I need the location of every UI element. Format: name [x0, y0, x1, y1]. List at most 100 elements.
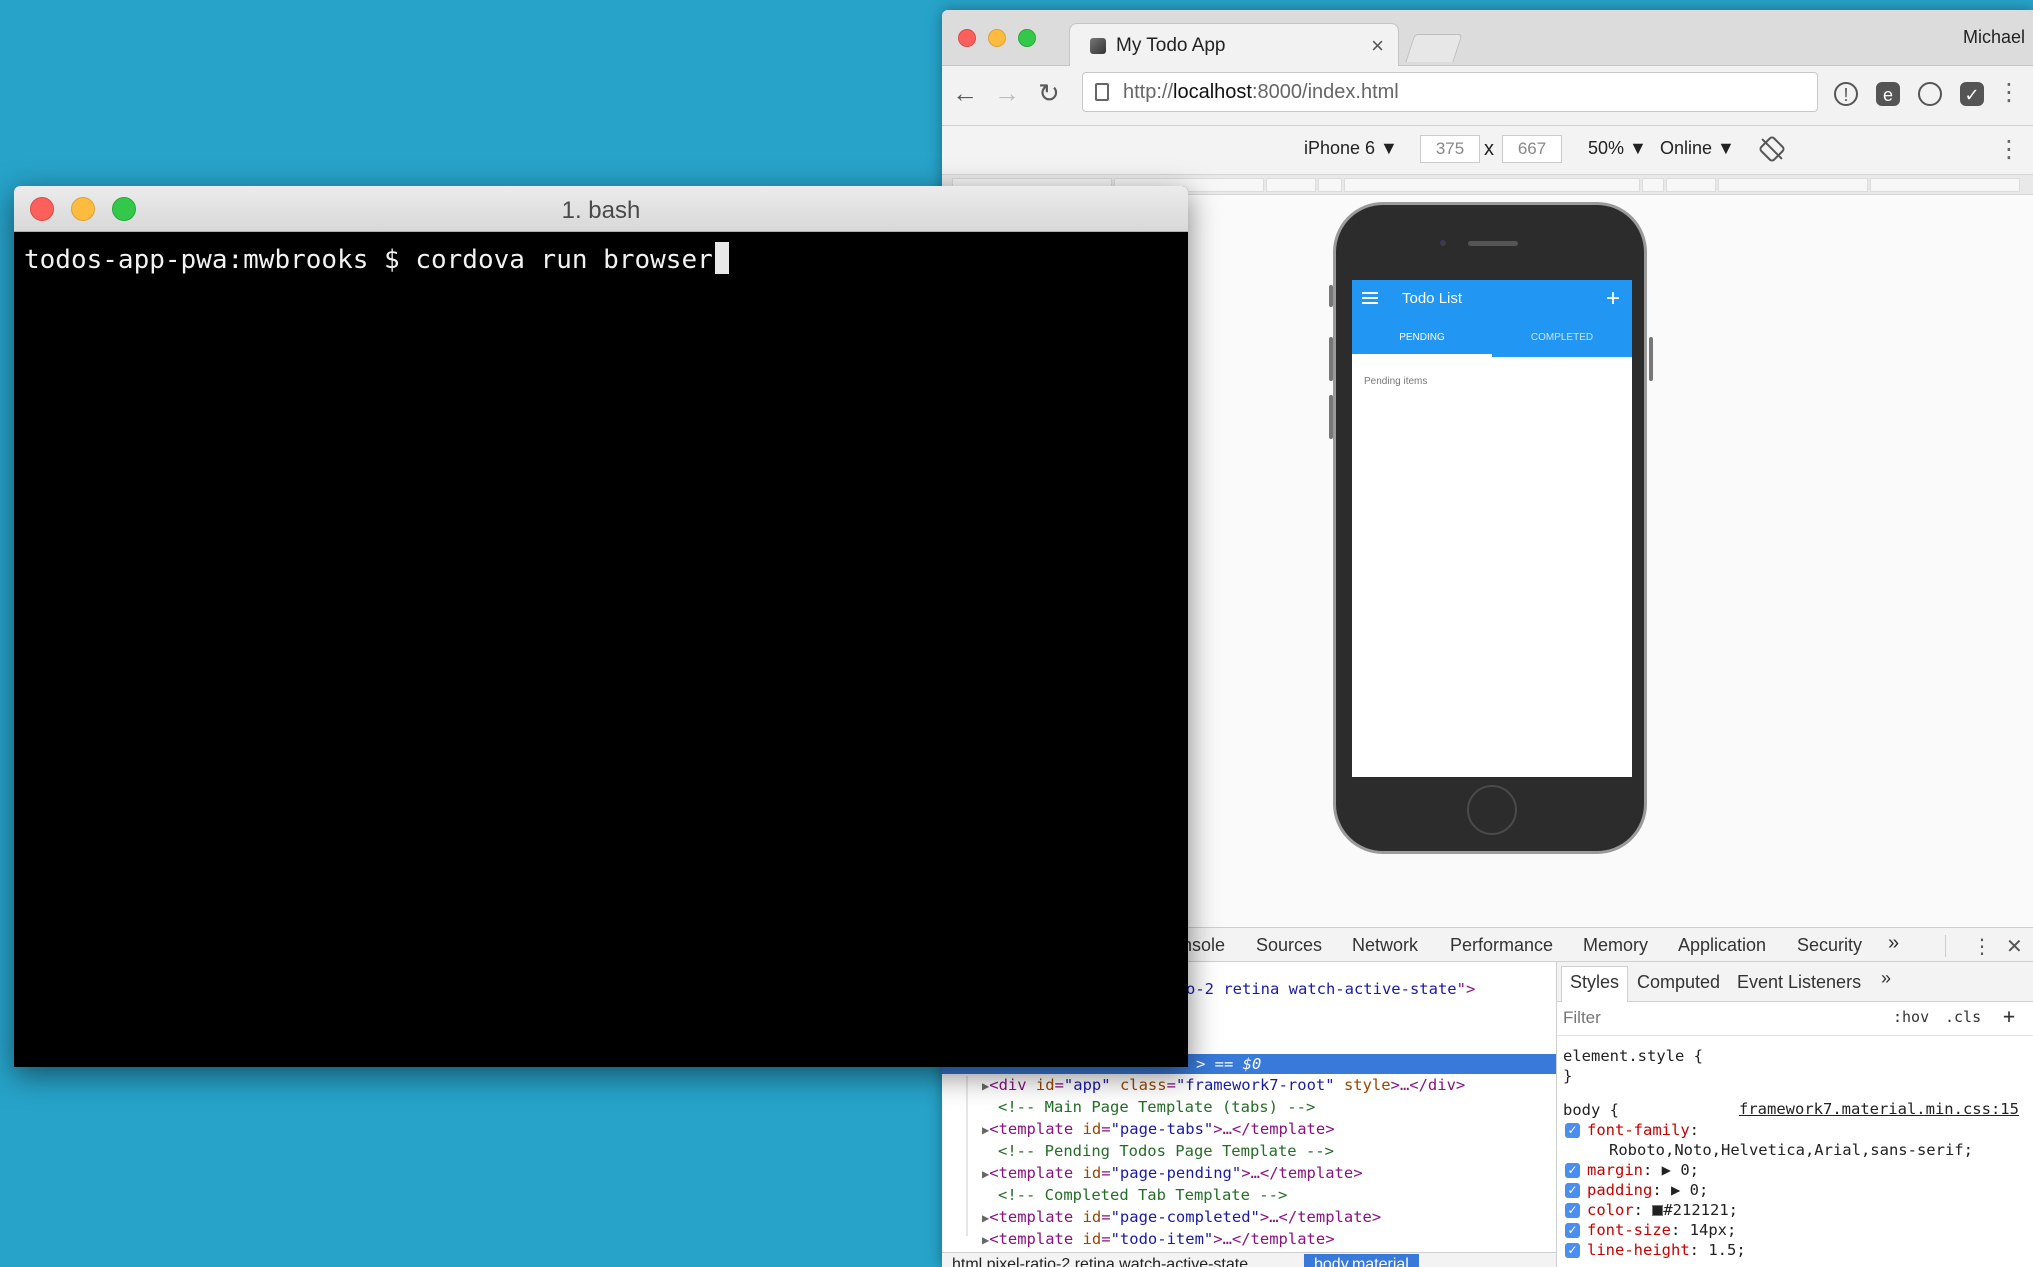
dom-comment[interactable]: <!-- Main Page Template (tabs) --> — [998, 1096, 1315, 1118]
tab-pending[interactable]: PENDING — [1352, 320, 1492, 357]
device-toolbar: iPhone 6 ▼ 375 x 667 50% ▼ Online ▼ ⋮ — [942, 127, 2033, 175]
devtools-menu-icon[interactable]: ⋮ — [1972, 934, 1992, 959]
terminal-titlebar[interactable]: 1. bash — [14, 186, 1188, 232]
device-select[interactable]: iPhone 6 ▼ — [1304, 138, 1398, 159]
profile-name[interactable]: Michael — [1963, 27, 2025, 48]
tab-memory[interactable]: Memory — [1583, 935, 1648, 956]
property-checkbox[interactable]: ✓ — [1565, 1203, 1580, 1218]
tab-sources[interactable]: Sources — [1256, 935, 1322, 956]
dom-node-div-app[interactable]: ▶<div id="app" class="framework7-root" s… — [982, 1074, 1465, 1096]
close-devtools-icon[interactable]: ✕ — [2006, 934, 2023, 959]
property-checkbox[interactable]: ✓ — [1565, 1183, 1580, 1198]
iphone-frame: Todo List + PENDING COMPLETED Pending it… — [1329, 202, 1653, 854]
close-window-button[interactable] — [30, 197, 54, 221]
reload-icon[interactable]: ↻ — [1038, 78, 1060, 109]
dom-node-template[interactable]: ▶<template id="page-completed">…</templa… — [982, 1206, 1381, 1228]
ruler-segment[interactable] — [1344, 178, 1640, 192]
more-tabs-icon[interactable]: » — [1881, 968, 1891, 989]
address-url[interactable]: http://localhost:8000/index.html — [1123, 81, 1399, 104]
tab-strip: My Todo App × Michael — [942, 10, 2033, 67]
dom-node-html[interactable]: o-2 retina watch-active-state"> — [1186, 978, 1475, 1000]
ruler-segment[interactable] — [1870, 178, 2020, 192]
extension-info-icon[interactable]: ! — [1834, 82, 1858, 106]
hover-state-toggle[interactable]: :hov — [1893, 1008, 1929, 1026]
tab-styles[interactable]: Styles — [1561, 966, 1629, 1002]
stylesheet-source-link[interactable]: framework7.material.min.css:15 — [1739, 1100, 2019, 1118]
terminal-command-line[interactable]: todos-app-pwa:mwbrooks $ cordova run bro… — [24, 242, 729, 275]
dom-comment[interactable]: <!-- Completed Tab Template --> — [998, 1184, 1287, 1206]
element-style-selector[interactable]: element.style { — [1563, 1046, 1703, 1066]
indent-guide — [966, 1076, 968, 1236]
property-checkbox[interactable]: ✓ — [1565, 1243, 1580, 1258]
add-todo-icon[interactable]: + — [1606, 285, 1620, 313]
address-bar[interactable]: http://localhost:8000/index.html — [1082, 72, 1818, 112]
css-property[interactable]: margin: ▶ 0; — [1587, 1160, 1699, 1180]
css-property[interactable]: line-height: 1.5; — [1587, 1240, 1746, 1260]
color-swatch[interactable] — [1652, 1205, 1664, 1216]
zoom-window-button[interactable] — [112, 197, 136, 221]
css-property[interactable]: font-size: 14px; — [1587, 1220, 1736, 1240]
ruler-segment[interactable] — [1718, 178, 1868, 192]
device-menu-icon[interactable]: ⋮ — [1997, 135, 2021, 164]
new-tab-button[interactable] — [1405, 34, 1463, 62]
tab-event-listeners[interactable]: Event Listeners — [1737, 972, 1861, 993]
phone-home-button[interactable] — [1467, 785, 1517, 835]
class-toggle[interactable]: .cls — [1945, 1008, 1981, 1026]
zoom-window-button[interactable] — [1018, 29, 1036, 47]
viewport-width-input[interactable]: 375 — [1420, 135, 1480, 163]
back-arrow-icon[interactable]: ← — [952, 78, 978, 109]
new-style-rule-icon[interactable]: + — [2003, 1004, 2015, 1028]
page-info-icon[interactable] — [1095, 83, 1109, 101]
breadcrumb-html[interactable]: html.pixel-ratio-2.retina.watch-active-s… — [952, 1256, 1248, 1267]
dom-node-template[interactable]: ▶<template id="page-pending">…</template… — [982, 1162, 1363, 1184]
tab-computed[interactable]: Computed — [1637, 972, 1720, 993]
chrome-menu-icon[interactable]: ⋮ — [1997, 78, 2021, 107]
tab-console[interactable]: nsole — [1182, 935, 1225, 956]
close-window-button[interactable] — [958, 29, 976, 47]
rotate-icon[interactable] — [1757, 134, 1787, 164]
tab-application[interactable]: Application — [1678, 935, 1766, 956]
ruler-segment[interactable] — [1666, 178, 1716, 192]
css-property[interactable]: padding: ▶ 0; — [1587, 1180, 1708, 1200]
phone-camera — [1440, 240, 1446, 246]
forward-arrow-icon[interactable]: → — [994, 78, 1020, 109]
dom-node-template[interactable]: ▶<template id="todo-item">…</template> — [982, 1228, 1335, 1250]
browser-tab[interactable]: My Todo App × — [1069, 23, 1399, 67]
ruler-segment[interactable] — [1318, 178, 1342, 192]
breadcrumb-body[interactable]: body.material — [1304, 1254, 1419, 1267]
styles-tabbar: Styles Computed Event Listeners » — [1557, 962, 2033, 1002]
zoom-select[interactable]: 50% ▼ — [1588, 138, 1647, 159]
more-tabs-icon[interactable]: » — [1888, 932, 1899, 955]
styles-filter-row: :hov .cls + — [1557, 1002, 2033, 1036]
app-navbar: Todo List + — [1352, 280, 1632, 320]
ruler-segment[interactable] — [1266, 178, 1316, 192]
dom-comment[interactable]: <!-- Pending Todos Page Template --> — [998, 1140, 1334, 1162]
terminal-body[interactable]: todos-app-pwa:mwbrooks $ cordova run bro… — [14, 232, 1188, 1067]
styles-filter-input[interactable] — [1563, 1006, 1863, 1030]
terminal-prompt-text: todos-app-pwa:mwbrooks $ cordova run bro… — [24, 245, 713, 275]
dimension-separator: x — [1484, 138, 1494, 160]
evernote-icon[interactable]: e — [1876, 82, 1900, 106]
network-throttle-select[interactable]: Online ▼ — [1660, 138, 1735, 159]
pocket-icon[interactable]: ✓ — [1960, 82, 1984, 106]
viewport-height-input[interactable]: 667 — [1502, 135, 1562, 163]
css-property[interactable]: color: #212121; — [1587, 1200, 1738, 1220]
tab-completed[interactable]: COMPLETED — [1492, 320, 1632, 357]
terminal-title: 1. bash — [561, 197, 641, 224]
tab-close-icon[interactable]: × — [1371, 33, 1384, 59]
body-rule-selector[interactable]: body { — [1563, 1100, 1619, 1120]
tab-performance[interactable]: Performance — [1450, 935, 1553, 956]
minimize-window-button[interactable] — [988, 29, 1006, 47]
tab-network[interactable]: Network — [1352, 935, 1418, 956]
property-checkbox[interactable]: ✓ — [1565, 1223, 1580, 1238]
css-property[interactable]: font-family: — [1587, 1120, 1699, 1140]
minimize-window-button[interactable] — [71, 197, 95, 221]
css-property-value[interactable]: Roboto,Noto,Helvetica,Arial,sans-serif; — [1609, 1140, 1973, 1160]
property-checkbox[interactable]: ✓ — [1565, 1123, 1580, 1138]
extension-chat-icon[interactable] — [1918, 82, 1942, 106]
ruler-segment[interactable] — [1642, 178, 1664, 192]
menu-icon[interactable] — [1362, 292, 1378, 304]
tab-security[interactable]: Security — [1797, 935, 1862, 956]
property-checkbox[interactable]: ✓ — [1565, 1163, 1580, 1178]
dom-node-template[interactable]: ▶<template id="page-tabs">…</template> — [982, 1118, 1335, 1140]
